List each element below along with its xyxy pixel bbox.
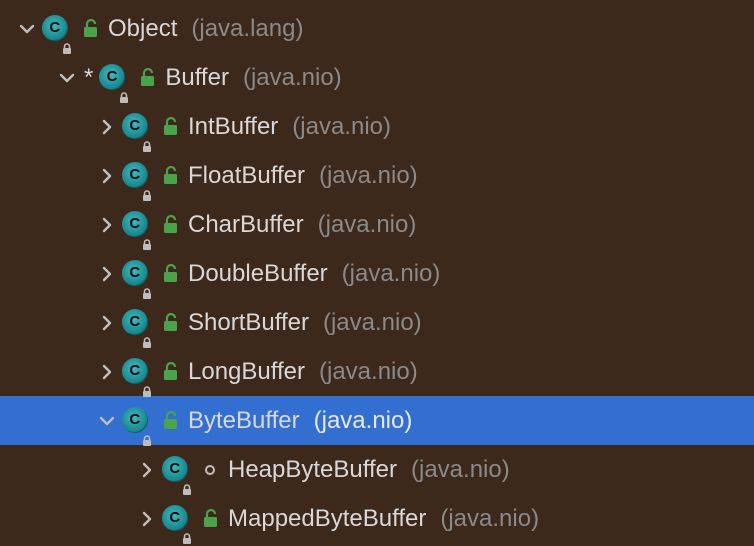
unlocked-icon [137,67,157,89]
chevron-right-icon[interactable] [94,261,120,287]
tree-row[interactable]: C ByteBuffer (java.nio) [0,396,754,445]
chevron-right-icon[interactable] [94,212,120,238]
class-name-label: ByteBuffer [188,407,300,435]
mini-lock-icon [141,132,153,144]
chevron-down-icon[interactable] [14,16,40,42]
unlocked-icon [160,214,180,236]
package-label: (java.nio) [319,162,418,190]
package-label: (java.nio) [243,64,342,92]
unlocked-icon [160,361,180,383]
package-private-icon [200,459,220,481]
tree-cell: C MappedByteBuffer (java.nio) [162,504,539,534]
tree-cell: C FloatBuffer (java.nio) [122,161,418,191]
tree-cell: C ByteBuffer (java.nio) [122,406,412,436]
class-name-label: Buffer [165,64,229,92]
package-label: (java.nio) [440,505,539,533]
tree-cell: C CharBuffer (java.nio) [122,210,416,240]
tree-row[interactable]: C IntBuffer (java.nio) [0,102,754,151]
unlocked-icon [160,312,180,334]
tree-row[interactable]: C HeapByteBuffer (java.nio) [0,445,754,494]
chevron-right-icon[interactable] [134,506,160,532]
class-icon: C [122,406,152,436]
tree-row[interactable]: *C Buffer (java.nio) [0,53,754,102]
package-label: (java.nio) [319,358,418,386]
mini-lock-icon [141,279,153,291]
unlocked-icon [160,263,180,285]
mini-lock-icon [141,328,153,340]
mini-lock-icon [181,524,193,536]
class-name-label: IntBuffer [188,113,278,141]
class-icon: C [162,455,192,485]
class-icon: C [122,259,152,289]
tree-cell: C DoubleBuffer (java.nio) [122,259,440,289]
unlocked-icon [160,410,180,432]
class-hierarchy-tree: CObject(java.lang)*CBuffer(java.nio)CInt… [0,0,754,543]
mini-lock-icon [181,475,193,487]
package-label: (java.nio) [342,260,441,288]
class-icon: C [162,504,192,534]
tree-row[interactable]: C Object (java.lang) [0,4,754,53]
class-name-label: CharBuffer [188,211,304,239]
chevron-down-icon[interactable] [54,65,80,91]
mini-lock-icon [141,426,153,438]
class-icon: C [122,357,152,387]
class-name-label: LongBuffer [188,358,305,386]
chevron-right-icon[interactable] [94,310,120,336]
class-name-label: FloatBuffer [188,162,305,190]
mini-lock-icon [141,181,153,193]
chevron-right-icon[interactable] [94,163,120,189]
unlocked-icon [200,508,220,530]
chevron-down-icon[interactable] [94,408,120,434]
class-icon: C [99,63,129,93]
tree-cell: C LongBuffer (java.nio) [122,357,418,387]
tree-cell: C IntBuffer (java.nio) [122,112,391,142]
class-name-label: Object [108,15,177,43]
tree-row[interactable]: C DoubleBuffer (java.nio) [0,249,754,298]
class-icon: C [122,210,152,240]
class-icon: C [122,112,152,142]
tree-row[interactable]: C CharBuffer (java.nio) [0,200,754,249]
unlocked-icon [160,116,180,138]
tree-row[interactable]: C MappedByteBuffer (java.nio) [0,494,754,543]
class-icon: C [122,308,152,338]
class-icon: C [122,161,152,191]
unlocked-icon [160,165,180,187]
package-label: (java.lang) [191,15,303,43]
tree-row[interactable]: C LongBuffer (java.nio) [0,347,754,396]
class-name-label: ShortBuffer [188,309,309,337]
modified-indicator: * [84,64,93,92]
mini-lock-icon [61,34,73,46]
mini-lock-icon [141,230,153,242]
chevron-right-icon[interactable] [94,114,120,140]
chevron-right-icon[interactable] [134,457,160,483]
package-label: (java.nio) [292,113,391,141]
unlocked-icon [80,18,100,40]
tree-cell: C HeapByteBuffer (java.nio) [162,455,510,485]
tree-row[interactable]: C ShortBuffer (java.nio) [0,298,754,347]
mini-lock-icon [118,83,130,95]
tree-cell: C ShortBuffer (java.nio) [122,308,422,338]
class-name-label: DoubleBuffer [188,260,328,288]
class-name-label: HeapByteBuffer [228,456,397,484]
mini-lock-icon [141,377,153,389]
class-name-label: MappedByteBuffer [228,505,426,533]
package-label: (java.nio) [318,211,417,239]
chevron-right-icon[interactable] [94,359,120,385]
tree-row[interactable]: C FloatBuffer (java.nio) [0,151,754,200]
class-icon: C [42,14,72,44]
tree-cell: C Buffer (java.nio) [99,63,341,93]
tree-cell: C Object (java.lang) [42,14,303,44]
package-label: (java.nio) [314,407,413,435]
package-label: (java.nio) [323,309,422,337]
package-label: (java.nio) [411,456,510,484]
